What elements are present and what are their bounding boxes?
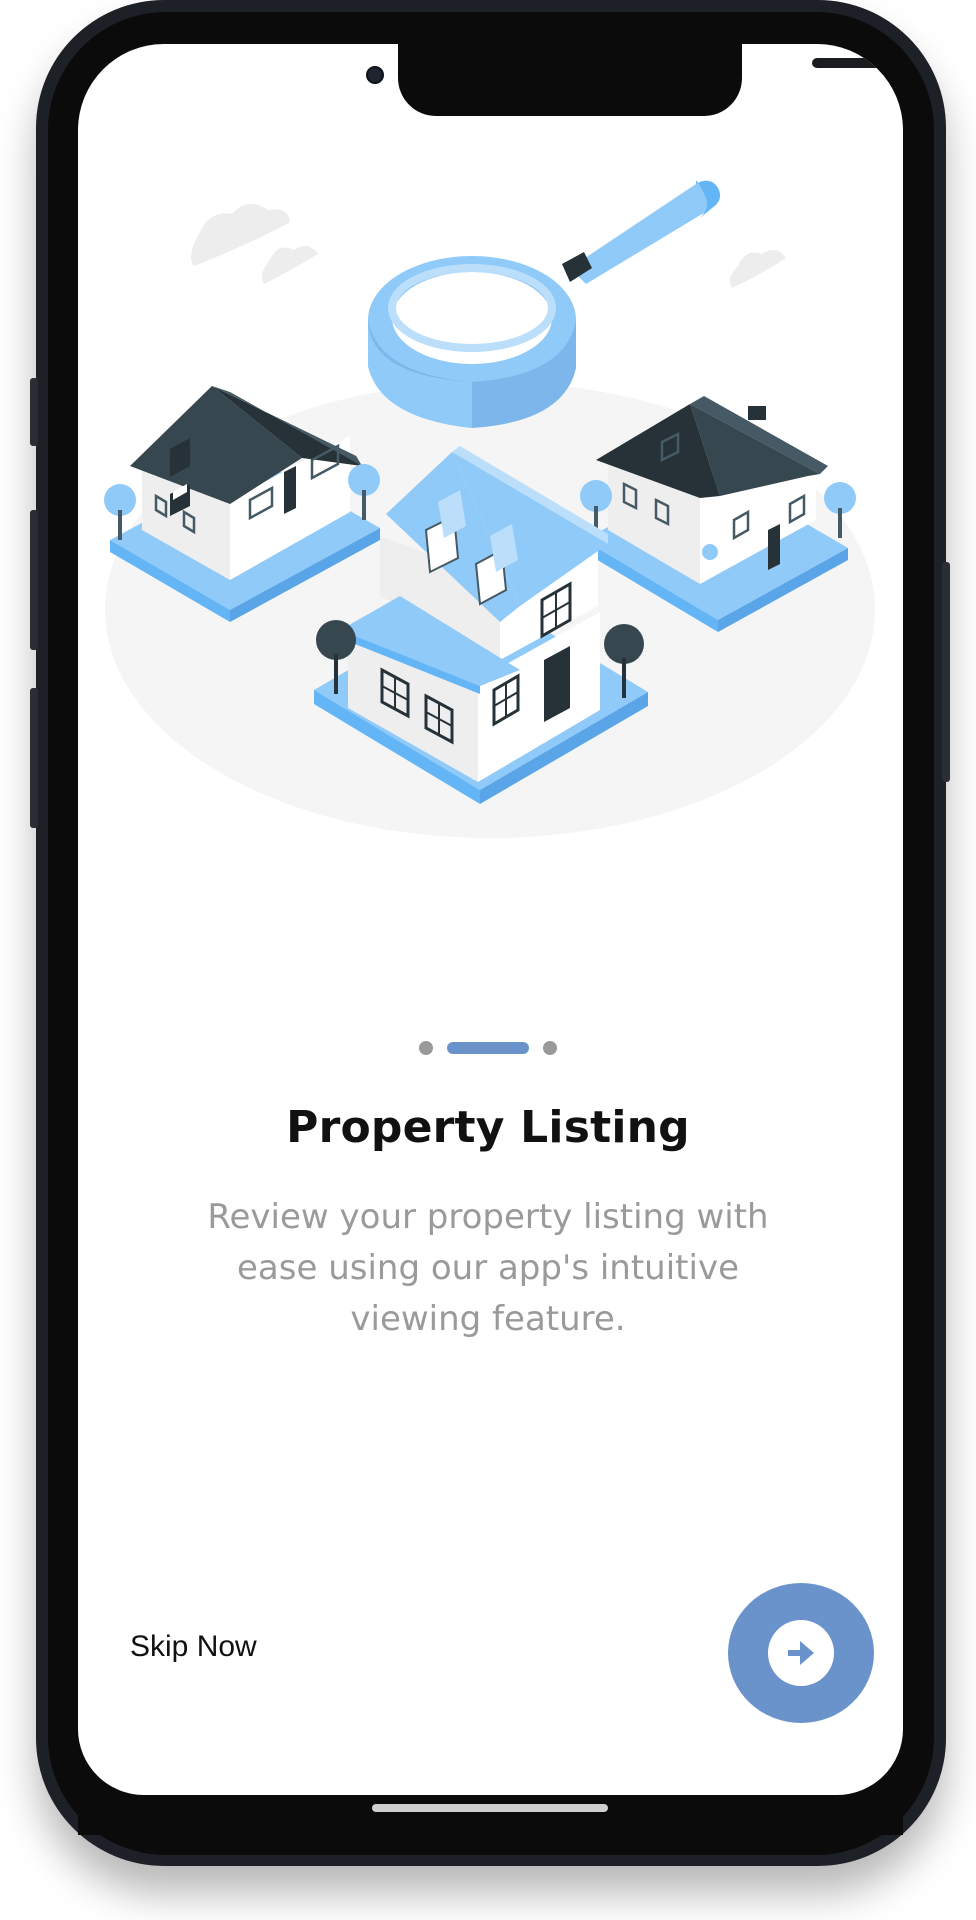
side-button-power — [942, 562, 950, 782]
page-indicator-active[interactable] — [447, 1042, 529, 1054]
device-mockup: Property Listing Review your property li… — [0, 0, 976, 1920]
screen-chin — [78, 1795, 903, 1835]
camera-icon — [366, 66, 384, 84]
arrow-right-icon — [788, 1641, 814, 1665]
onboarding-description: Review your property listing with ease u… — [207, 1197, 769, 1339]
notch — [398, 44, 903, 116]
page-indicator — [0, 1040, 976, 1056]
magnifier-icon — [368, 180, 720, 428]
next-button[interactable] — [728, 1583, 874, 1723]
page-indicator-dot[interactable] — [419, 1041, 433, 1055]
side-button-volume-up — [30, 510, 38, 650]
side-button-volume-down — [30, 688, 38, 828]
houses-magnifier-illustration — [100, 160, 880, 850]
side-button-silent — [30, 378, 38, 446]
speaker-slot — [812, 58, 903, 68]
home-indicator[interactable] — [372, 1804, 608, 1812]
page-indicator-dot[interactable] — [543, 1041, 557, 1055]
next-button-inner — [768, 1620, 834, 1686]
onboarding-title: Property Listing — [286, 1102, 690, 1153]
skip-now-button[interactable]: Skip Now — [130, 1630, 257, 1664]
